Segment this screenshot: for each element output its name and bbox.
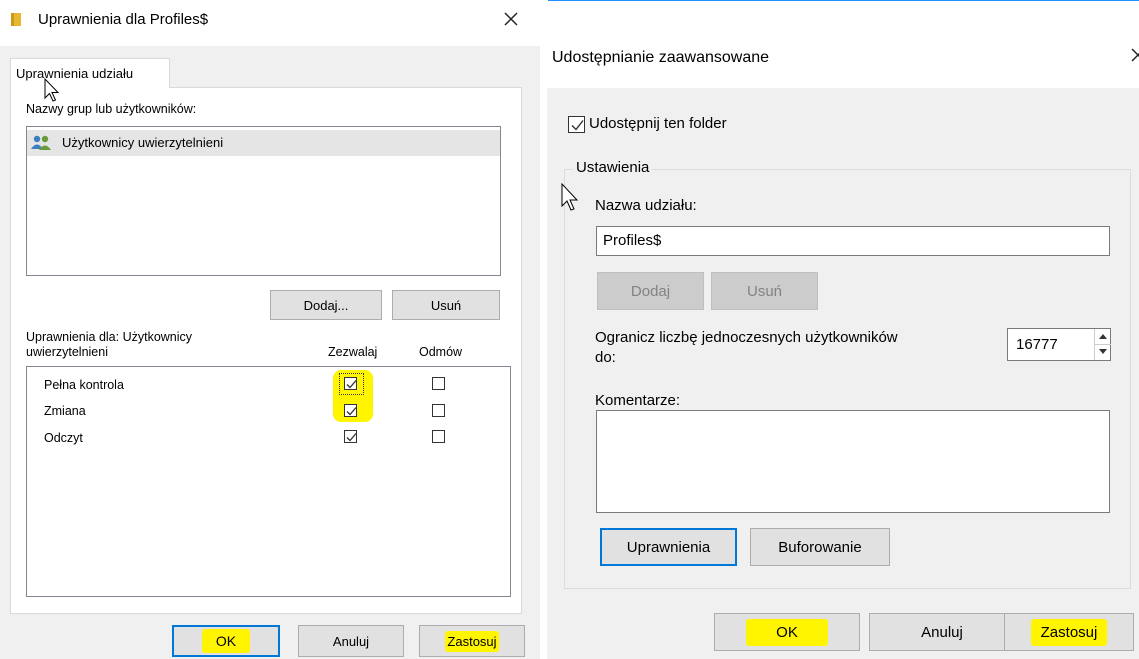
stepper-down-icon[interactable] <box>1095 345 1111 360</box>
tab-share-permissions[interactable]: Uprawnienia udziału <box>10 58 170 88</box>
apply-button[interactable]: Zastosuj <box>419 625 525 657</box>
ok-label: OK <box>201 629 251 653</box>
folder-icon <box>11 13 21 26</box>
right-cancel-label: Anuluj <box>921 623 963 641</box>
cancel-label: Anuluj <box>332 633 370 649</box>
settings-group-label: Ustawienia <box>573 159 653 176</box>
share-name-input[interactable]: Profiles$ <box>596 226 1110 256</box>
right-apply-button[interactable]: Zastosuj <box>1004 613 1134 651</box>
add-button-disabled[interactable]: Dodaj <box>597 272 704 310</box>
share-name-label: Nazwa udziału: <box>595 197 697 214</box>
right-close-icon[interactable] <box>1130 46 1139 64</box>
perms-for-label-1: Uprawnienia dla: Użytkownicy <box>26 330 193 344</box>
right-apply-label: Zastosuj <box>1030 618 1108 646</box>
deny-column-header: Odmów <box>419 345 463 359</box>
left-dialog: Uprawnienia dla Profiles$ Uprawnienia ud… <box>0 0 540 659</box>
list-item[interactable]: Użytkownicy uwierzytelnieni <box>27 130 500 156</box>
add-button[interactable]: Dodaj... <box>270 290 382 320</box>
mouse-cursor-icon <box>561 182 579 213</box>
allow-checkbox-read[interactable] <box>344 430 357 443</box>
comments-label: Komentarze: <box>595 392 681 409</box>
deny-checkbox-read[interactable] <box>432 430 445 443</box>
apply-label: Zastosuj <box>445 630 499 652</box>
right-dialog: Udostępnianie zaawansowane Udostępnij te… <box>540 0 1139 659</box>
left-close-icon[interactable] <box>502 10 520 28</box>
permission-name: Odczyt <box>44 431 83 445</box>
permissions-label: Uprawnienia <box>626 538 711 556</box>
remove-button-disabled[interactable]: Usuń <box>711 272 818 310</box>
limit-stepper[interactable]: 16777 <box>1007 328 1111 361</box>
caching-button[interactable]: Buforowanie <box>750 528 890 566</box>
share-folder-label: Udostępnij ten folder <box>589 115 727 132</box>
stepper-up-icon[interactable] <box>1095 329 1111 345</box>
ok-button[interactable]: OK <box>172 625 280 657</box>
right-dialog-title: Udostępnianie zaawansowane <box>552 49 770 66</box>
cancel-button[interactable]: Anuluj <box>298 625 404 657</box>
allow-column-header: Zezwalaj <box>328 345 378 359</box>
allow-checkbox-full-control[interactable] <box>344 377 357 390</box>
tab-label: Uprawnienia udziału <box>16 66 134 81</box>
users-icon <box>31 135 53 151</box>
right-top-border <box>548 0 1139 1</box>
share-folder-checkbox[interactable] <box>568 116 585 133</box>
remove-label: Usuń <box>746 282 783 300</box>
perms-for-label-2: uwierzytelnieni <box>26 345 108 359</box>
permission-name: Zmiana <box>44 404 86 418</box>
share-name-value: Profiles$ <box>603 232 662 249</box>
permissions-button[interactable]: Uprawnienia <box>600 528 737 566</box>
groups-label: Nazwy grup lub użytkowników: <box>26 102 197 116</box>
limit-label-1: Ogranicz liczbę jednoczesnych użytkownik… <box>595 329 898 346</box>
comments-textarea[interactable] <box>596 410 1110 513</box>
remove-button-label: Usuń <box>430 297 462 313</box>
permissions-list[interactable]: Pełna kontrola Zmiana Odczyt <box>26 366 511 597</box>
caching-label: Buforowanie <box>778 538 862 556</box>
permission-name: Pełna kontrola <box>44 378 124 392</box>
users-list[interactable]: Użytkownicy uwierzytelnieni <box>26 126 501 276</box>
left-dialog-title: Uprawnienia dla Profiles$ <box>38 11 209 28</box>
stepper-buttons <box>1094 329 1111 360</box>
allow-checkbox-change[interactable] <box>344 404 357 417</box>
user-name: Użytkownicy uwierzytelnieni <box>62 135 224 150</box>
remove-button[interactable]: Usuń <box>392 290 500 320</box>
deny-checkbox-change[interactable] <box>432 404 445 417</box>
deny-checkbox-full-control[interactable] <box>432 377 445 390</box>
add-button-label: Dodaj... <box>303 297 349 313</box>
right-cancel-button[interactable]: Anuluj <box>869 613 1015 651</box>
right-ok-button[interactable]: OK <box>714 613 860 651</box>
mouse-cursor-icon <box>44 77 60 104</box>
add-label: Dodaj <box>630 282 671 300</box>
limit-value: 16777 <box>1016 336 1058 353</box>
limit-label-2: do: <box>595 349 616 366</box>
right-ok-label: OK <box>746 618 828 646</box>
